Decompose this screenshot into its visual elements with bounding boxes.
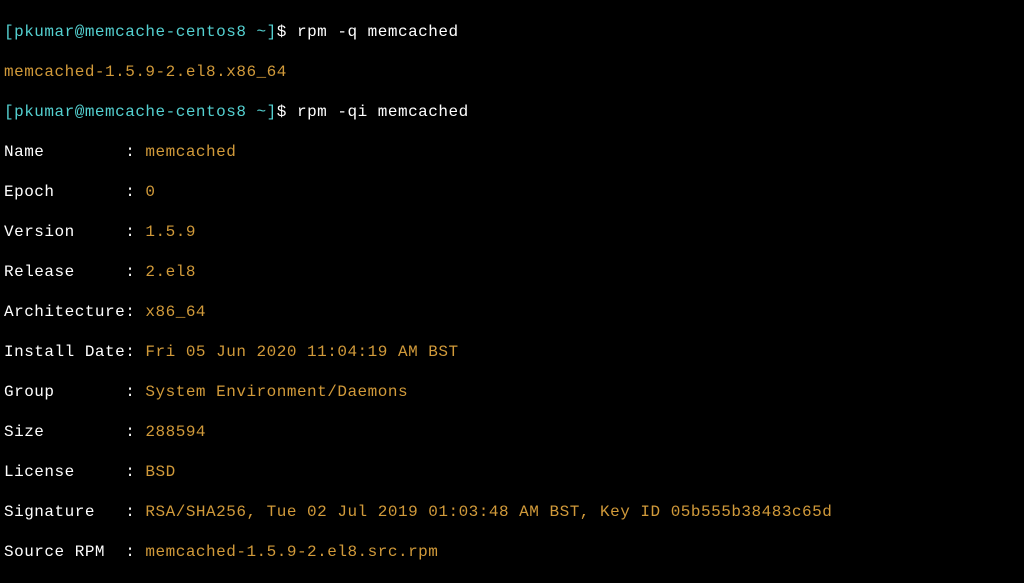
field-name: Name : memcached bbox=[4, 142, 1020, 162]
field-value: 1.5.9 bbox=[145, 223, 196, 241]
field-release: Release : 2.el8 bbox=[4, 262, 1020, 282]
field-value: 2.el8 bbox=[145, 263, 196, 281]
field-label: Release : bbox=[4, 263, 145, 281]
command-text: rpm -q memcached bbox=[287, 23, 459, 41]
command-text: rpm -qi memcached bbox=[287, 103, 469, 121]
dollar-sign: $ bbox=[277, 23, 287, 41]
field-label: Signature : bbox=[4, 503, 145, 521]
field-value: x86_64 bbox=[145, 303, 206, 321]
field-value: 0 bbox=[145, 183, 155, 201]
field-value: Fri 05 Jun 2020 11:04:19 AM BST bbox=[145, 343, 458, 361]
field-value: RSA/SHA256, Tue 02 Jul 2019 01:03:48 AM … bbox=[145, 503, 832, 521]
field-value: BSD bbox=[145, 463, 175, 481]
field-label: Size : bbox=[4, 423, 145, 441]
field-source-rpm: Source RPM : memcached-1.5.9-2.el8.src.r… bbox=[4, 542, 1020, 562]
field-label: Version : bbox=[4, 223, 145, 241]
field-epoch: Epoch : 0 bbox=[4, 182, 1020, 202]
command-line-1: [pkumar@memcache-centos8 ~]$ rpm -q memc… bbox=[4, 22, 1020, 42]
field-group: Group : System Environment/Daemons bbox=[4, 382, 1020, 402]
prompt: [pkumar@memcache-centos8 ~] bbox=[4, 103, 277, 121]
field-label: Architecture: bbox=[4, 303, 145, 321]
field-install-date: Install Date: Fri 05 Jun 2020 11:04:19 A… bbox=[4, 342, 1020, 362]
field-architecture: Architecture: x86_64 bbox=[4, 302, 1020, 322]
field-size: Size : 288594 bbox=[4, 422, 1020, 442]
field-value: memcached bbox=[145, 143, 236, 161]
field-value: 288594 bbox=[145, 423, 206, 441]
field-license: License : BSD bbox=[4, 462, 1020, 482]
output-line: memcached-1.5.9-2.el8.x86_64 bbox=[4, 62, 1020, 82]
field-version: Version : 1.5.9 bbox=[4, 222, 1020, 242]
field-label: Group : bbox=[4, 383, 145, 401]
prompt: [pkumar@memcache-centos8 ~] bbox=[4, 23, 277, 41]
field-label: License : bbox=[4, 463, 145, 481]
field-value: memcached-1.5.9-2.el8.src.rpm bbox=[145, 543, 438, 561]
field-signature: Signature : RSA/SHA256, Tue 02 Jul 2019 … bbox=[4, 502, 1020, 522]
dollar-sign: $ bbox=[277, 103, 287, 121]
field-label: Epoch : bbox=[4, 183, 145, 201]
command-line-2: [pkumar@memcache-centos8 ~]$ rpm -qi mem… bbox=[4, 102, 1020, 122]
field-label: Install Date: bbox=[4, 343, 145, 361]
field-label: Name : bbox=[4, 143, 145, 161]
field-value: System Environment/Daemons bbox=[145, 383, 408, 401]
field-label: Source RPM : bbox=[4, 543, 145, 561]
terminal[interactable]: [pkumar@memcache-centos8 ~]$ rpm -q memc… bbox=[0, 0, 1024, 583]
